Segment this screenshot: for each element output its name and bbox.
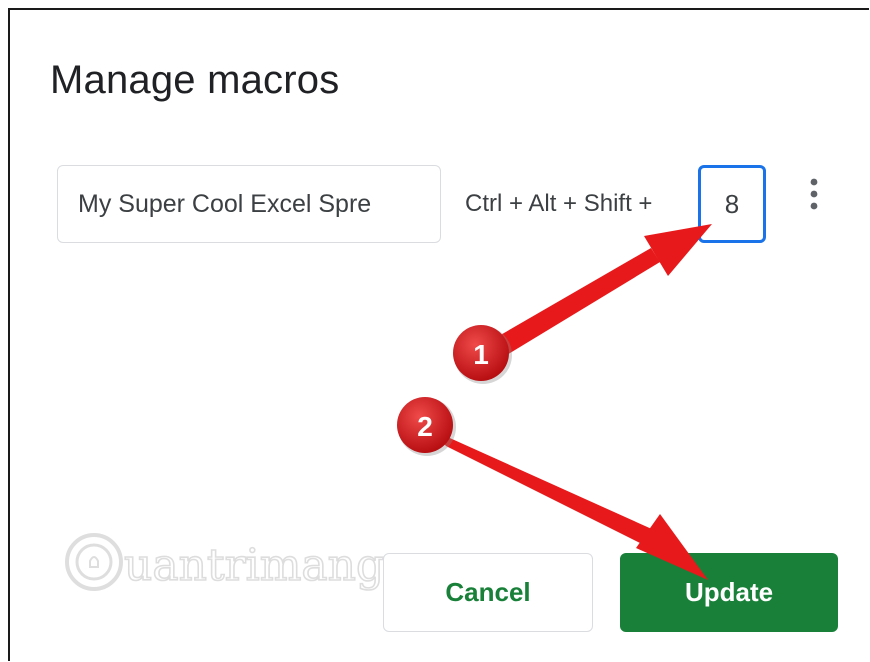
watermark: uantrimang	[62, 528, 432, 603]
more-vert-icon	[810, 178, 818, 210]
dialog-title: Manage macros	[50, 58, 340, 102]
shortcut-prefix-label: Ctrl + Alt + Shift +	[465, 190, 653, 217]
watermark-logo-icon	[65, 533, 123, 591]
watermark-text: uantrimang	[124, 540, 384, 591]
cancel-button[interactable]: Cancel	[383, 553, 593, 632]
macro-name-input[interactable]	[57, 165, 441, 243]
shortcut-key-input[interactable]	[698, 165, 766, 243]
more-options-button[interactable]	[800, 172, 828, 216]
update-button[interactable]: Update	[620, 553, 838, 632]
